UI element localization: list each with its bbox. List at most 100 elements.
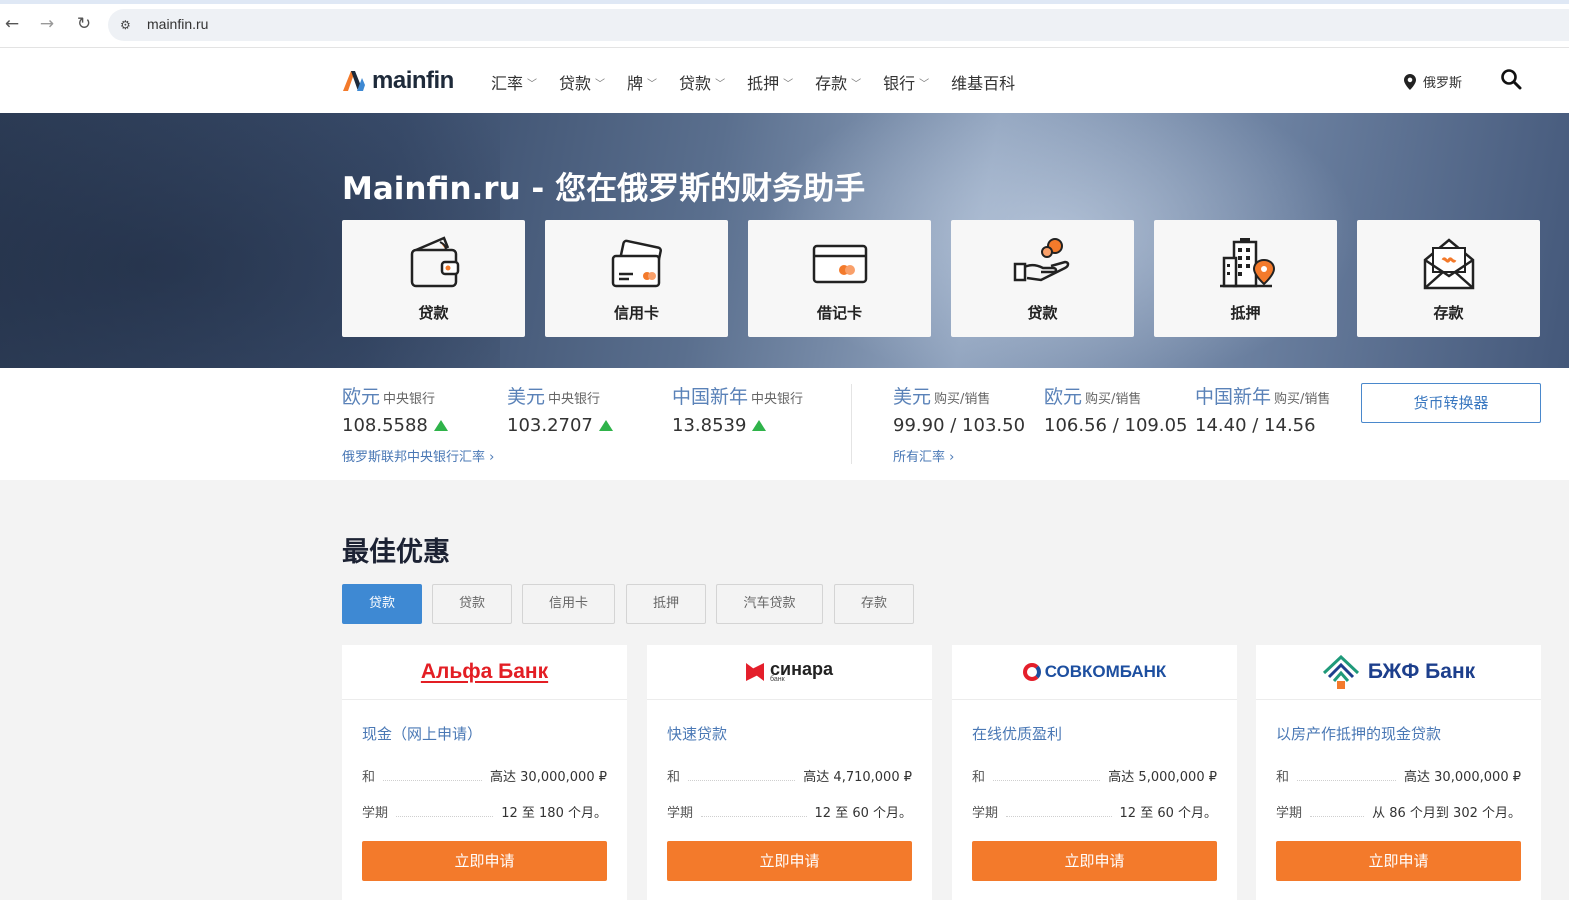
credit-card-icon xyxy=(611,239,662,288)
link-label: 俄罗斯联邦中央银行汇率 xyxy=(342,450,486,465)
tile-debit-cards[interactable]: 借记卡 xyxy=(748,220,931,337)
filter-tab-loans[interactable]: 贷款 xyxy=(342,584,422,624)
bank-name: синара xyxy=(770,658,833,679)
apply-button[interactable]: 立即申请 xyxy=(667,841,912,881)
amount-label: 和 xyxy=(667,770,681,785)
menu-label: 贷款 xyxy=(679,74,712,93)
bank-logo-sinara[interactable]: синара банк xyxy=(647,645,932,700)
apply-button[interactable]: 立即申请 xyxy=(362,841,607,881)
cb-rates-link[interactable]: 俄罗斯联邦中央银行汇率 › xyxy=(342,446,494,465)
offer-amount-row: 和 高达 5,000,000 ₽ xyxy=(972,765,1217,785)
rate-exchange-usd: 美元 购买/销售 99.90 / 103.50 xyxy=(893,382,1025,436)
rate-cb-usd: 美元 中央银行 103.2707 xyxy=(507,382,613,436)
address-url[interactable]: mainfin.ru xyxy=(147,16,208,32)
apply-button[interactable]: 立即申请 xyxy=(1276,841,1521,881)
menu-label: 汇率 xyxy=(491,74,524,93)
logo-mark-icon xyxy=(343,71,365,91)
menu-item-loans[interactable]: 贷款 ﹀ xyxy=(559,70,605,94)
filter-tab-credits[interactable]: 贷款 xyxy=(432,584,512,624)
term-label: 学期 xyxy=(972,806,999,821)
bank-logo-alfa[interactable]: Альфа Банк xyxy=(342,645,627,700)
logo-text: mainfin xyxy=(372,67,454,94)
leader-dots xyxy=(993,780,1101,781)
rate-currency: 欧元 xyxy=(342,386,381,408)
filter-tab-mortgage[interactable]: 抵押 xyxy=(626,584,706,624)
rate-currency: 美元 xyxy=(507,386,546,408)
offer-term-row: 学期 12 至 180 个月。 xyxy=(362,801,607,821)
term-label: 学期 xyxy=(667,806,694,821)
chevron-down-icon: ﹀ xyxy=(783,78,794,90)
tile-label: 贷款 xyxy=(1027,304,1058,322)
debit-card-icon xyxy=(812,244,868,284)
leader-dots xyxy=(688,780,796,781)
tile-label: 信用卡 xyxy=(613,304,659,322)
amount-label: 和 xyxy=(972,770,986,785)
rate-source: 中央银行 xyxy=(548,392,601,407)
location-label: 俄罗斯 xyxy=(1423,76,1463,91)
menu-label: 抵押 xyxy=(747,74,780,93)
menu-item-rates[interactable]: 汇率 ﹀ xyxy=(491,70,537,94)
term-label: 学期 xyxy=(362,806,389,821)
leader-dots xyxy=(396,816,494,817)
apply-button[interactable]: 立即申请 xyxy=(972,841,1217,881)
rate-currency: 美元 xyxy=(893,386,932,408)
tile-credit-cards[interactable]: 信用卡 xyxy=(545,220,728,337)
trend-up-icon xyxy=(433,420,448,431)
address-bar[interactable]: ⚙ mainfin.ru xyxy=(108,9,1569,41)
filter-tab-credit-cards[interactable]: 信用卡 xyxy=(522,584,615,624)
bank-logo-sovcombank[interactable]: СОВКОМБАНК xyxy=(952,645,1237,700)
rate-cb-eur: 欧元 中央银行 108.5588 xyxy=(342,382,448,436)
rate-exchange-cny: 中国新年 购买/销售 14.40 / 14.56 xyxy=(1195,382,1330,436)
rate-value: 13.8539 xyxy=(672,415,747,436)
browser-toolbar: ← → ↻ ⚙ mainfin.ru xyxy=(0,0,1569,48)
tile-label: 借记卡 xyxy=(816,304,862,322)
offer-term-row: 学期 12 至 60 个月。 xyxy=(667,801,912,821)
amount-value: 高达 4,710,000 ₽ xyxy=(803,770,912,785)
menu-label: 银行 xyxy=(883,74,916,93)
link-label: 所有汇率 xyxy=(893,450,946,465)
mainfin-logo[interactable]: mainfin xyxy=(342,67,454,94)
menu-item-wiki[interactable]: 维基百科 xyxy=(951,70,1015,94)
offer-title-link[interactable]: 以房产作抵押的现金贷款 xyxy=(1276,723,1441,744)
tile-loans[interactable]: 贷款 xyxy=(342,220,525,337)
offers-title: 最佳优惠 xyxy=(342,537,450,568)
back-icon[interactable]: ← xyxy=(0,12,24,36)
menu-label: 贷款 xyxy=(559,74,592,93)
rate-value: 108.5588 xyxy=(342,415,428,436)
offer-title-link[interactable]: 快速贷款 xyxy=(667,723,727,744)
bank-logo-bzhf[interactable]: БЖФ Банк xyxy=(1256,645,1541,700)
sovcombank-mark-icon xyxy=(1022,663,1041,681)
forward-icon[interactable]: → xyxy=(35,12,59,36)
amount-label: 和 xyxy=(1276,770,1290,785)
offer-title-link[interactable]: 在线优质盈利 xyxy=(972,723,1062,744)
search-icon[interactable] xyxy=(1500,68,1522,90)
menu-item-deposits[interactable]: 存款 ﹀ xyxy=(815,70,861,94)
offer-amount-row: 和 高达 4,710,000 ₽ xyxy=(667,765,912,785)
menu-item-credits[interactable]: 贷款 ﹀ xyxy=(679,70,725,94)
filter-tab-deposits[interactable]: 存款 xyxy=(834,584,914,624)
wallet-icon xyxy=(410,236,460,288)
offer-card: БЖФ Банк 以房产作抵押的现金贷款 和 高达 30,000,000 ₽ 学期… xyxy=(1256,645,1541,900)
tile-deposits[interactable]: 存款 xyxy=(1357,220,1540,337)
currency-converter-button[interactable]: 货币转换器 xyxy=(1361,383,1541,423)
building-location-icon xyxy=(1220,238,1276,288)
offer-card: Альфа Банк 现金（网上申请） 和 高达 30,000,000 ₽ 学期 1… xyxy=(342,645,627,900)
menu-item-cards[interactable]: 牌 ﹀ xyxy=(627,70,657,94)
filter-tab-car-loans[interactable]: 汽车贷款 xyxy=(716,584,823,624)
location-pin-icon xyxy=(1404,73,1416,90)
rate-source: 购买/销售 xyxy=(1085,392,1142,407)
tile-credits[interactable]: 贷款 xyxy=(951,220,1134,337)
location-selector[interactable]: 俄罗斯 xyxy=(1404,72,1462,91)
tile-mortgage[interactable]: 抵押 xyxy=(1154,220,1337,337)
rate-currency: 中国新年 xyxy=(1195,386,1272,408)
bank-name: Альфа Банк xyxy=(420,660,549,683)
rates-divider xyxy=(851,384,852,464)
offer-title-link[interactable]: 现金（网上申请） xyxy=(362,723,482,744)
offer-term-row: 学期 从 86 个月到 302 个月。 xyxy=(1276,801,1521,821)
site-settings-icon[interactable]: ⚙ xyxy=(120,17,136,33)
chevron-down-icon: ﹀ xyxy=(715,78,726,90)
reload-icon[interactable]: ↻ xyxy=(72,12,96,36)
menu-item-mortgage[interactable]: 抵押 ﹀ xyxy=(747,70,793,94)
all-rates-link[interactable]: 所有汇率 › xyxy=(893,446,954,465)
menu-item-banks[interactable]: 银行 ﹀ xyxy=(883,70,929,94)
